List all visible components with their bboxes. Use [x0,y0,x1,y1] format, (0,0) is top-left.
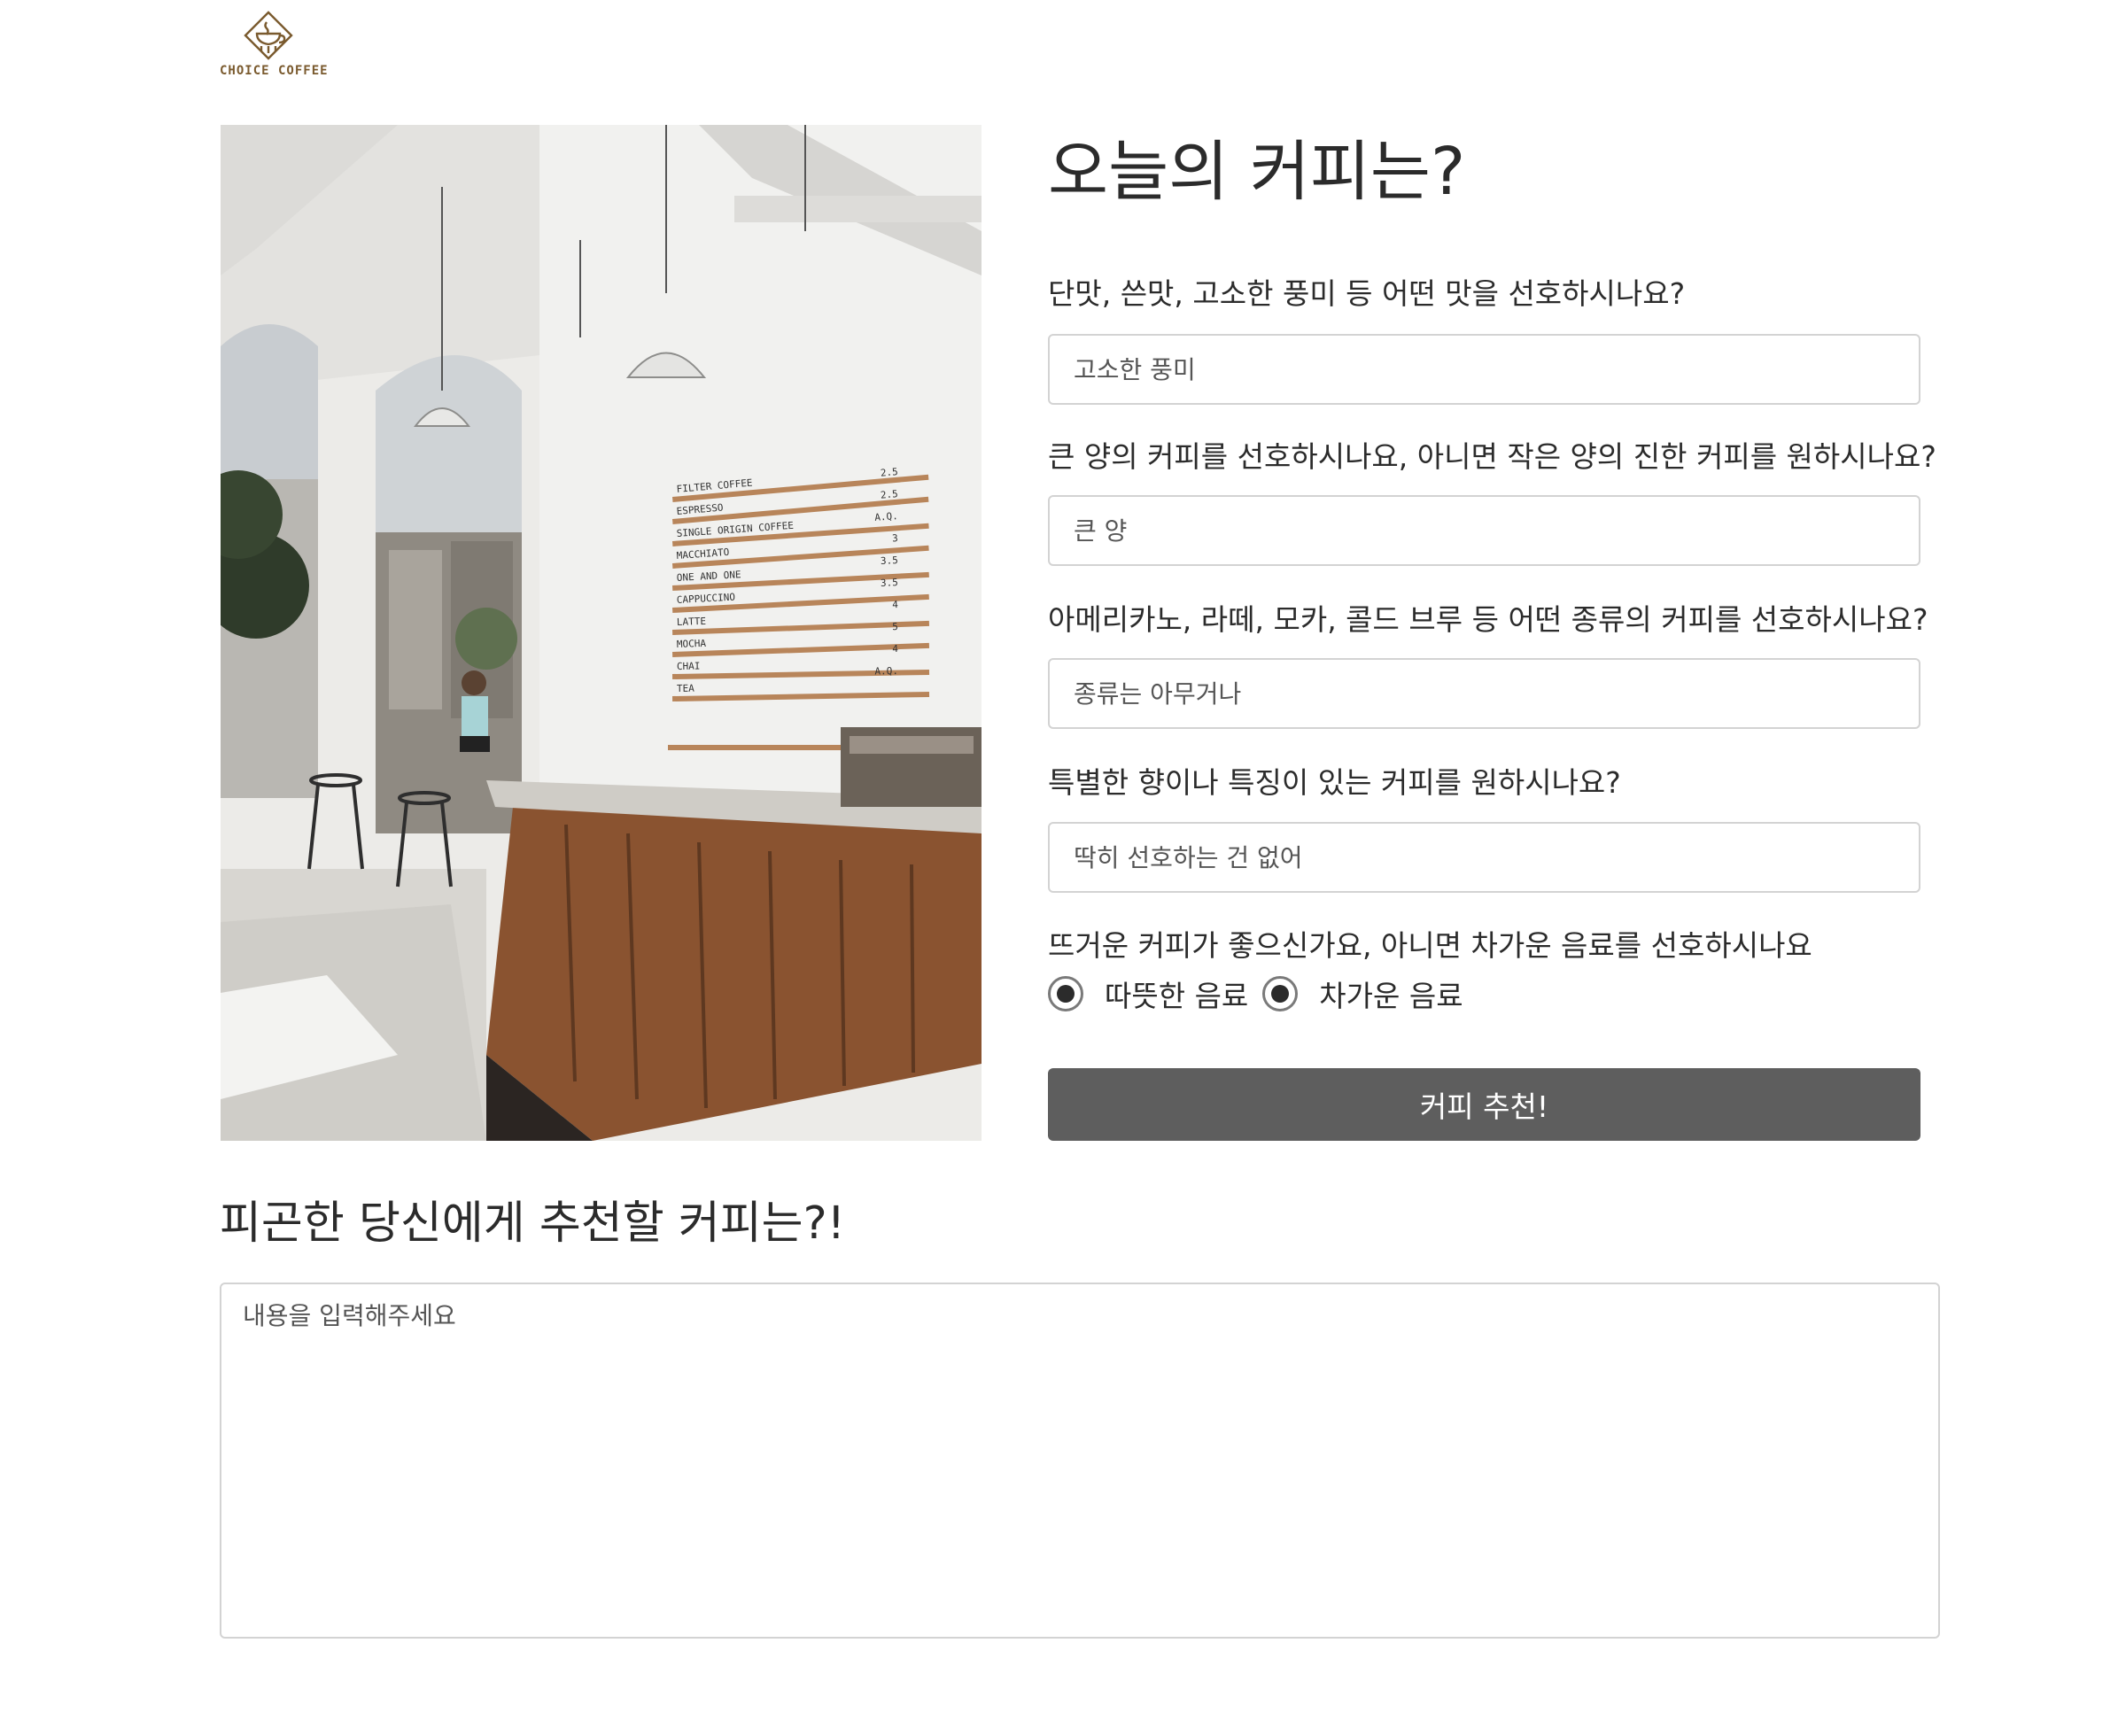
coffee-preference-form: 오늘의 커피는? 단맛, 쓴맛, 고소한 풍미 등 어떤 맛을 선호하시나요? … [1048,125,1936,1141]
menu-board-price: 3.5 [881,577,899,589]
menu-board-item: TEA [677,683,694,694]
coffee-cup-logo-icon [244,11,293,60]
radio-button-cold[interactable] [1262,976,1299,1011]
menu-board-price: 4 [892,599,898,610]
radio-label-hot[interactable]: 따뜻한 음료 [1105,973,1248,1015]
page-title: 오늘의 커피는? [1048,134,1466,210]
temperature-question-label: 뜨거운 커피가 좋으신가요, 아니면 차가운 음료를 선호하시나요 [1048,928,1812,963]
menu-board-price: 2.5 [880,488,898,501]
size-input[interactable] [1048,495,1920,566]
radio-label-cold[interactable]: 차가운 음료 [1319,973,1463,1015]
menu-board-item: LATTE [677,616,707,628]
temperature-radio-group: 따뜻한 음료 차가운 음료 [1048,972,1478,1016]
aroma-question-label: 특별한 향이나 특징이 있는 커피를 원하시나요? [1048,765,1621,800]
radio-button-hot[interactable] [1048,976,1083,1011]
aroma-input[interactable] [1048,822,1920,893]
radio-option-hot[interactable]: 따뜻한 음료 [1048,973,1248,1015]
cafe-interior-photo: FILTER COFFEE 2.5 ESPRESSO 2.5 SINGLE ORIGIN… [221,125,982,1141]
size-question-label: 큰 양의 커피를 선호하시나요, 아니면 작은 양의 진한 커피를 원하시나요? [1048,439,1936,474]
menu-board-item: MOCHA [677,638,707,650]
type-input[interactable] [1048,658,1920,729]
logo[interactable]: CHOICE COFFEE [220,11,329,81]
menu-board-price: A.Q. [874,665,898,677]
logo-text: CHOICE COFFEE [220,64,329,78]
recommend-coffee-button[interactable]: 커피 추천! [1048,1068,1920,1141]
radio-option-cold[interactable]: 차가운 음료 [1262,973,1463,1015]
menu-board-price: 3 [892,532,899,544]
menu-board-item: CHAI [677,661,701,672]
result-heading: 피곤한 당신에게 추천할 커피는?! [220,1197,846,1250]
taste-question-label: 단맛, 쓴맛, 고소한 풍미 등 어떤 맛을 선호하시나요? [1048,276,1686,311]
menu-board-price: 5 [892,621,898,632]
menu-board-price: 2.5 [880,466,898,479]
result-textarea[interactable] [220,1283,1940,1639]
type-question-label: 아메리카노, 라떼, 모카, 콜드 브루 등 어떤 종류의 커피를 선호하시나요… [1048,602,1928,637]
menu-board-price: 3.5 [881,554,899,567]
menu-board-price: A.Q. [874,510,898,523]
menu-board-price: 4 [892,643,898,655]
taste-input[interactable] [1048,334,1920,405]
